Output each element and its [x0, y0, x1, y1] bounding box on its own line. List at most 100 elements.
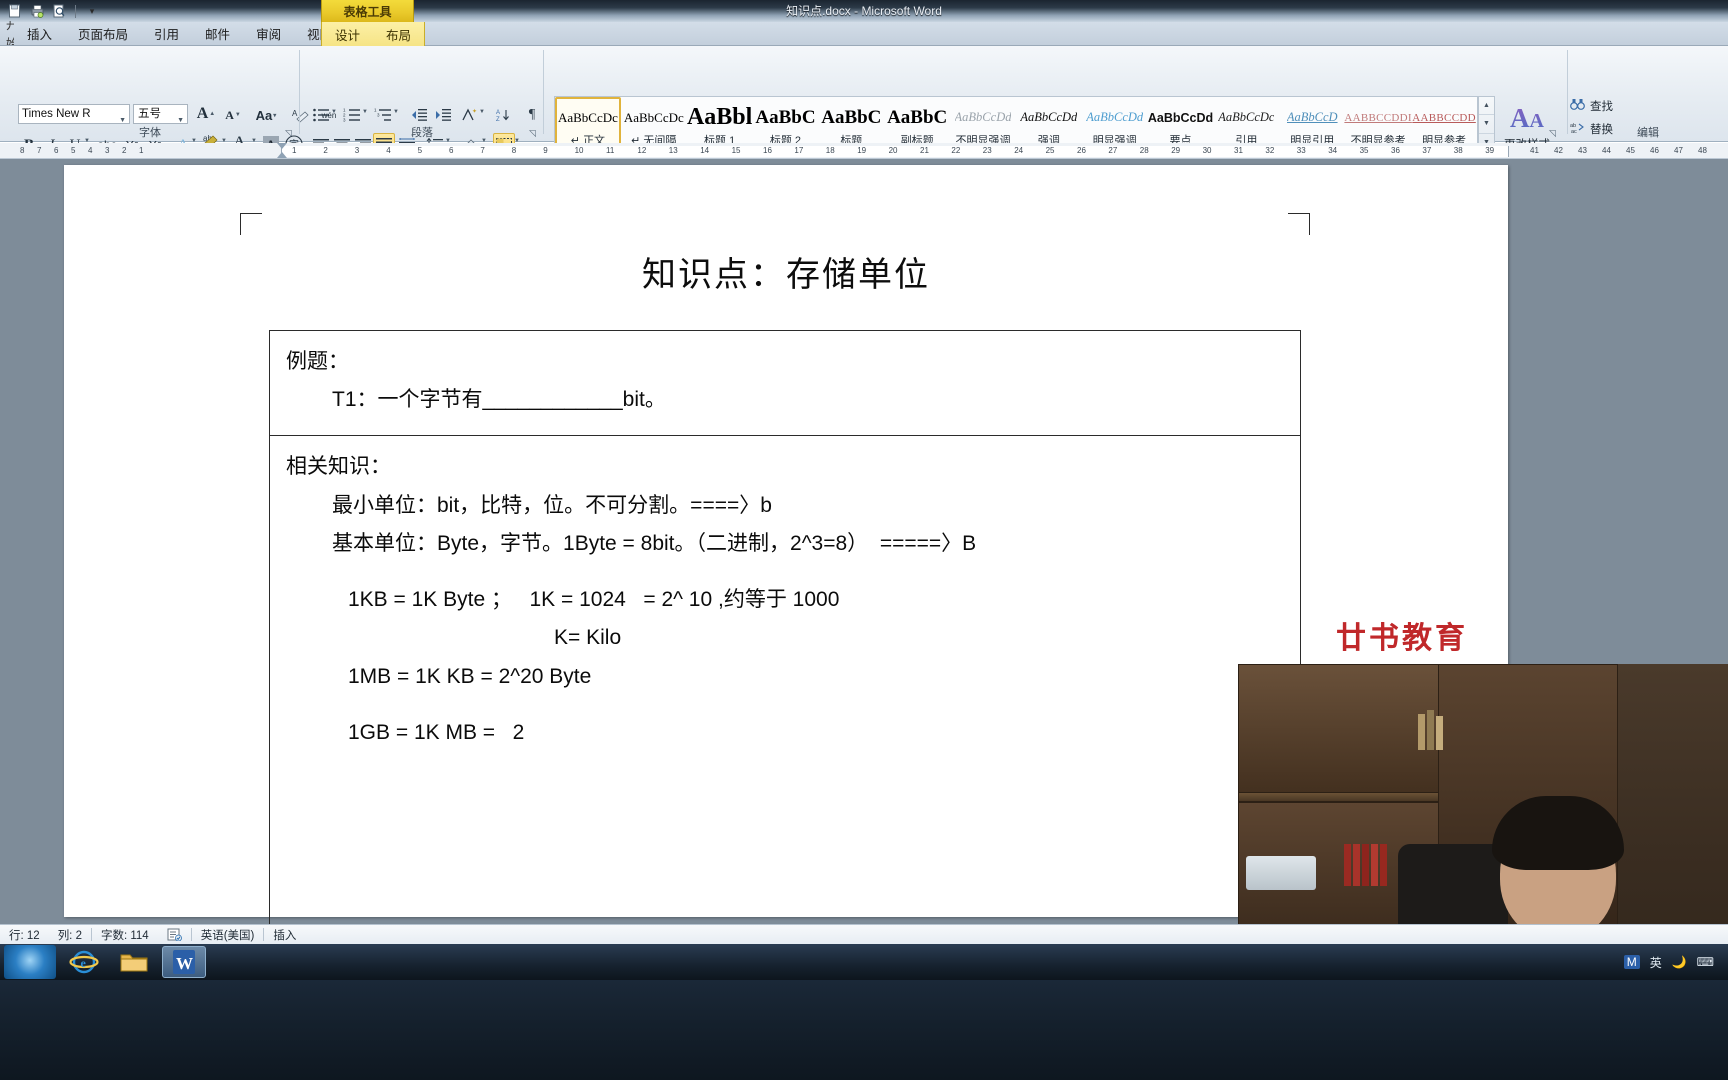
book: [1427, 710, 1434, 750]
ruler-tick: 3: [105, 146, 110, 155]
shrink-font-icon[interactable]: A ▼: [222, 104, 244, 126]
margin-corner-top-right: [1288, 213, 1310, 235]
ribbon-tab-row[interactable]: 开始 插入 页面布局 引用 邮件 审阅 视图 设计 布局: [0, 21, 1728, 46]
change-case-icon[interactable]: Aa ▾: [253, 104, 279, 126]
folder-icon[interactable]: [112, 946, 156, 978]
multilevel-list-icon[interactable]: 13: [372, 104, 394, 126]
table-cell-line: 最小单位：bit，比特，位。不可分割。====〉b: [332, 493, 772, 517]
ruler-tick: 28: [1139, 146, 1149, 155]
book: [1380, 844, 1387, 886]
tab-home[interactable]: 开始: [0, 21, 14, 45]
asian-layout-icon[interactable]: ✦: [458, 104, 480, 126]
tab-review[interactable]: 审阅: [243, 21, 294, 45]
taskbar[interactable]: e W M 英 🌙 ⌨: [0, 944, 1728, 1080]
ime-language-icon[interactable]: 英: [1650, 954, 1662, 971]
book-row-red: [1344, 842, 1387, 886]
word-icon[interactable]: W: [162, 946, 206, 978]
ruler-tick: 31: [1234, 146, 1243, 155]
svg-text:✦: ✦: [472, 108, 477, 115]
binoculars-icon: [1570, 98, 1585, 114]
tab-insert[interactable]: 插入: [14, 21, 65, 45]
numbered-list-dropdown-icon[interactable]: ▼: [362, 109, 368, 115]
status-bar[interactable]: 行: 12 列: 2 字数: 114 英语(美国) 插入: [0, 924, 1728, 944]
style-preview: AaBbCcDd: [1147, 110, 1214, 125]
table-cell-line: 基本单位：Byte，字节。1Byte = 8bit。（二进制，2^3=8） ==…: [332, 531, 977, 555]
sort-icon[interactable]: AZ: [494, 104, 516, 126]
tab-table-layout[interactable]: 布局: [373, 22, 424, 46]
ruler-tick: 5: [71, 146, 76, 155]
paragraph-dialog-launcher[interactable]: ◹: [527, 128, 538, 139]
gallery-scroll-down-icon[interactable]: ▼: [1479, 115, 1494, 134]
internet-explorer-icon[interactable]: e: [62, 946, 106, 978]
table-cell-line: 1GB = 1K MB = 2: [348, 720, 525, 744]
ruler-tick: 10: [574, 146, 584, 155]
style-preview: AaBbCcDc: [623, 109, 684, 125]
first-line-indent-marker[interactable]: [277, 152, 287, 158]
taskbar-inner[interactable]: e W M 英 🌙 ⌨: [0, 944, 1728, 980]
tab-mailings[interactable]: 邮件: [192, 21, 243, 45]
watermark-logo: 廿书教育: [1336, 622, 1468, 655]
ruler-tick: 43: [1578, 146, 1587, 155]
start-button[interactable]: [4, 945, 56, 979]
style-preview: AaBbC: [755, 106, 816, 128]
table-row[interactable]: 相关知识： 最小单位：bit，比特，位。不可分割。====〉b 基本单位：Byt…: [270, 436, 1300, 778]
ime-m-icon[interactable]: M: [1623, 955, 1640, 969]
bullet-list-dropdown-icon[interactable]: ▼: [331, 109, 337, 115]
replace-label: 替换: [1590, 123, 1613, 136]
multilevel-list-dropdown-icon[interactable]: ▼: [393, 109, 399, 115]
tab-page-layout[interactable]: 页面布局: [65, 21, 141, 45]
gallery-scroll-up-icon[interactable]: ▲: [1479, 97, 1494, 116]
horizontal-ruler[interactable]: 8 7 6 5 4 3 2 1 1 2 3 4 5 6 7 8 9 10 11 12 13 14 15 16 17 18 19 20 2…: [0, 143, 1728, 159]
ruler-tick: 6: [54, 146, 59, 155]
tab-table-design[interactable]: 设计: [322, 22, 373, 46]
grow-font-icon[interactable]: A ▲: [195, 103, 217, 125]
status-word-count[interactable]: 字数: 114: [92, 925, 158, 945]
document-table[interactable]: 例题： T1：一个字节有____________bit。 相关知识： 最小单位：…: [269, 330, 1301, 778]
moon-icon[interactable]: 🌙: [1672, 955, 1687, 969]
show-formatting-marks-icon[interactable]: ¶: [521, 104, 543, 126]
ruler-tick: 26: [1077, 146, 1086, 155]
contextual-tabs[interactable]: 设计 布局: [321, 22, 426, 46]
svg-text:e: e: [81, 956, 87, 970]
status-line[interactable]: 行: 12: [0, 925, 49, 945]
table-row[interactable]: 例题： T1：一个字节有____________bit。: [270, 331, 1300, 437]
keyboard-icon[interactable]: ⌨: [1697, 955, 1714, 969]
ruler-tick: 27: [1108, 146, 1118, 155]
ruler-tick: 3: [354, 146, 360, 155]
ruler-tick: 17: [794, 146, 804, 155]
ruler-tick: 8: [20, 146, 25, 155]
ruler-tick: 11: [606, 146, 615, 155]
ruler-tick: 4: [88, 146, 93, 155]
ruler-tick: 16: [763, 146, 772, 155]
replace-button[interactable]: ab ac 替换: [1570, 117, 1728, 140]
decrease-indent-icon[interactable]: [408, 104, 430, 126]
status-column[interactable]: 列: 2: [49, 925, 91, 945]
status-insert-mode[interactable]: 插入: [264, 925, 305, 945]
bullet-list-icon[interactable]: [310, 104, 332, 126]
asian-layout-dropdown-icon[interactable]: ▼: [479, 109, 485, 115]
font-size-box[interactable]: 五号 ▼: [133, 104, 188, 124]
left-indent-marker[interactable]: [277, 143, 287, 149]
ruler-tick: 34: [1328, 146, 1338, 155]
ruler-tick: 41: [1530, 146, 1539, 155]
ruler-tick: 42: [1554, 146, 1563, 155]
ruler-tick: 22: [951, 146, 961, 155]
ruler-tick: 2: [323, 146, 328, 155]
system-tray[interactable]: M 英 🌙 ⌨: [1623, 944, 1728, 980]
table-left-border: [269, 330, 270, 924]
numbered-list-icon[interactable]: 123: [341, 104, 363, 126]
proofing-errors-icon[interactable]: [158, 925, 191, 945]
find-button[interactable]: 查找: [1570, 94, 1728, 117]
tab-references[interactable]: 引用: [141, 21, 192, 45]
table-cell-line: [286, 563, 1284, 581]
ruler-tick: 23: [982, 146, 992, 155]
ruler-tick: 21: [920, 146, 929, 155]
status-language[interactable]: 英语(美国): [192, 925, 264, 945]
ruler-tick: 1: [139, 146, 144, 155]
font-name-box[interactable]: Times New R ▼: [18, 104, 130, 124]
increase-indent-icon[interactable]: [432, 104, 454, 126]
chevron-down-icon[interactable]: ▼: [119, 112, 126, 123]
font-size-value: 五号: [138, 108, 161, 120]
style-preview: AaBbCcDc: [1218, 110, 1275, 124]
replace-icon: ab ac: [1570, 121, 1585, 137]
